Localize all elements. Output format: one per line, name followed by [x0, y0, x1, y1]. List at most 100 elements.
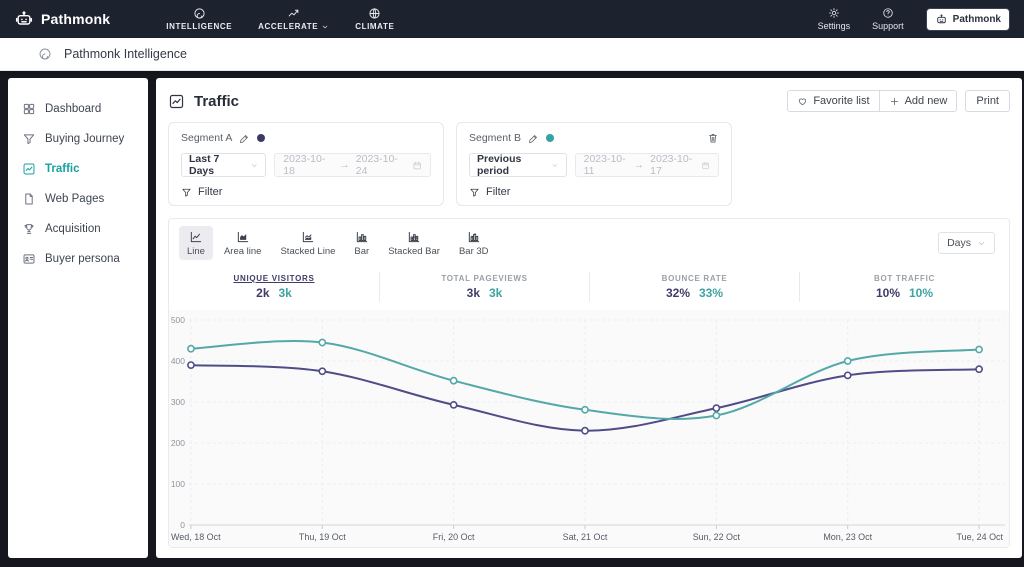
- sidebar-item-web-pages[interactable]: Web Pages: [22, 184, 148, 214]
- page-header: Traffic Favorite list Add new Print: [168, 88, 1010, 114]
- brand-name: Pathmonk: [41, 11, 111, 27]
- interval-select[interactable]: Days: [938, 232, 995, 254]
- workspace: Dashboard Buying Journey Traffic Web Pag…: [0, 71, 1024, 567]
- bar-3d-icon: [467, 230, 481, 244]
- page-title: Traffic: [194, 92, 240, 110]
- interval-value: Days: [947, 237, 971, 249]
- chart-type-area-line[interactable]: Area line: [216, 226, 270, 260]
- segment-a-filter-label: Filter: [198, 186, 223, 198]
- traffic-line-chart: 0 100 200 300 400 500 Wed, 18 Oct Thu, 19 Oct Fr…: [169, 310, 1009, 547]
- nav-item-intelligence[interactable]: INTELLIGENCE: [166, 7, 232, 31]
- segment-b-filter-button[interactable]: Filter: [469, 186, 510, 198]
- robot-logo-icon: [14, 9, 34, 29]
- line-chart-icon: [189, 230, 203, 244]
- traffic-chart-icon: [22, 162, 36, 176]
- svg-text:100: 100: [171, 479, 185, 489]
- heart-icon: [797, 96, 808, 107]
- chart-type-stacked-line[interactable]: Stacked Line: [272, 226, 343, 260]
- segment-b-range-select[interactable]: Previous period: [469, 153, 567, 177]
- account-button-label: Pathmonk: [952, 13, 1001, 25]
- svg-text:Tue, 24 Oct: Tue, 24 Oct: [957, 532, 1004, 542]
- document-icon: [22, 192, 36, 206]
- breadcrumb: Pathmonk Intelligence: [0, 38, 1024, 71]
- segment-a-range-value: Last 7 Days: [189, 153, 220, 177]
- sidebar-label: Dashboard: [45, 103, 102, 115]
- intelligence-icon: [38, 47, 52, 61]
- chevron-down-icon: [321, 23, 329, 31]
- segment-a-name: Segment A: [181, 132, 233, 144]
- support-label: Support: [872, 21, 904, 31]
- svg-text:Mon, 23 Oct: Mon, 23 Oct: [823, 532, 872, 542]
- trophy-icon: [22, 222, 36, 236]
- settings-label: Settings: [817, 21, 851, 31]
- topbar-actions: Settings Support Pathmonk: [818, 7, 1010, 31]
- segment-a-date-range[interactable]: 2023-10-18 → 2023-10-24: [274, 153, 431, 177]
- sidebar-label: Acquisition: [45, 223, 101, 235]
- stacked-area-icon: [301, 230, 315, 244]
- stacked-bar-icon: [407, 230, 421, 244]
- nav-item-accelerate[interactable]: ACCELERATE: [258, 7, 329, 31]
- sidebar-item-buying-journey[interactable]: Buying Journey: [22, 124, 148, 154]
- chart-type-bar[interactable]: Bar: [346, 226, 377, 260]
- chart-card: Line Area line Stacked Line Bar Stacked …: [168, 218, 1010, 548]
- sidebar-label: Web Pages: [45, 193, 105, 205]
- climate-icon: [368, 7, 381, 20]
- chart-type-tabs: Line Area line Stacked Line Bar Stacked …: [179, 226, 497, 260]
- chart-type-label: Line: [187, 246, 205, 257]
- interval-select-wrap: Days: [938, 232, 995, 254]
- nav-item-climate[interactable]: CLIMATE: [355, 7, 394, 31]
- chart-type-label: Bar: [354, 246, 370, 257]
- segment-a-filter-button[interactable]: Filter: [181, 186, 222, 198]
- svg-text:Sun, 22 Oct: Sun, 22 Oct: [693, 532, 741, 542]
- chart-type-bar-3d[interactable]: Bar 3D: [451, 226, 497, 260]
- favorite-list-button[interactable]: Favorite list: [788, 91, 879, 111]
- support-button[interactable]: Support: [872, 7, 904, 31]
- chart-type-stacked-bar[interactable]: Stacked Bar: [380, 226, 448, 260]
- metric-bot-traffic[interactable]: BOT TRAFFIC 10% 10%: [799, 272, 1009, 302]
- breadcrumb-label[interactable]: Pathmonk Intelligence: [64, 47, 187, 61]
- calendar-icon: [701, 160, 710, 171]
- arrow-right-icon: →: [339, 159, 350, 171]
- segment-b-panel: Segment B Previous period 2023-10-11 → 2…: [456, 122, 732, 206]
- segment-a-range-select[interactable]: Last 7 Days: [181, 153, 267, 177]
- help-icon: [882, 7, 894, 19]
- pencil-icon[interactable]: [239, 133, 250, 144]
- id-badge-icon: [22, 252, 36, 266]
- funnel-icon: [181, 187, 192, 198]
- segment-panels: Segment A Last 7 Days 2023-10-18 → 2023-…: [168, 122, 1010, 206]
- bar-chart-icon: [355, 230, 369, 244]
- topbar: Pathmonk INTELLIGENCE ACCELERATE CLIMATE: [0, 0, 1024, 38]
- metric-label: UNIQUE VISITORS: [233, 274, 315, 283]
- brand-logo[interactable]: Pathmonk: [14, 9, 110, 29]
- segment-a-date-to: 2023-10-24: [355, 153, 398, 177]
- chart-type-label: Stacked Line: [280, 246, 336, 257]
- metric-label: TOTAL PAGEVIEWS: [441, 274, 528, 283]
- svg-text:Sat, 21 Oct: Sat, 21 Oct: [563, 532, 608, 542]
- chevron-down-icon: [977, 239, 986, 248]
- metric-value-segment-b: 10%: [909, 286, 934, 300]
- page-actions: Favorite list Add new Print: [787, 90, 1010, 112]
- chart-type-line[interactable]: Line: [179, 226, 213, 260]
- print-button[interactable]: Print: [965, 90, 1010, 112]
- metric-value-segment-a: 32%: [665, 286, 690, 300]
- segment-a-color-dot: [257, 134, 266, 142]
- robot-icon: [935, 13, 948, 26]
- sidebar-item-buyer-persona[interactable]: Buyer persona: [22, 244, 148, 274]
- sidebar-label: Buying Journey: [45, 133, 125, 145]
- metric-unique-visitors[interactable]: UNIQUE VISITORS 2k 3k: [169, 272, 379, 302]
- trash-icon[interactable]: [707, 132, 719, 144]
- metric-bounce-rate[interactable]: BOUNCE RATE 32% 33%: [589, 272, 799, 302]
- metric-total-pageviews[interactable]: TOTAL PAGEVIEWS 3k 3k: [379, 272, 589, 302]
- segment-b-date-range[interactable]: 2023-10-11 → 2023-10-17: [574, 153, 719, 177]
- sidebar-item-dashboard[interactable]: Dashboard: [22, 94, 148, 124]
- favorite-add-group: Favorite list Add new: [787, 90, 958, 112]
- add-new-button[interactable]: Add new: [878, 91, 957, 111]
- sidebar-item-traffic[interactable]: Traffic: [22, 154, 148, 184]
- pencil-icon[interactable]: [528, 133, 539, 144]
- settings-button[interactable]: Settings: [817, 7, 851, 31]
- account-button[interactable]: Pathmonk: [925, 7, 1010, 31]
- funnel-icon: [22, 132, 36, 146]
- segment-b-name: Segment B: [469, 132, 521, 144]
- sidebar-item-acquisition[interactable]: Acquisition: [22, 214, 148, 244]
- chart-type-label: Bar 3D: [458, 246, 489, 257]
